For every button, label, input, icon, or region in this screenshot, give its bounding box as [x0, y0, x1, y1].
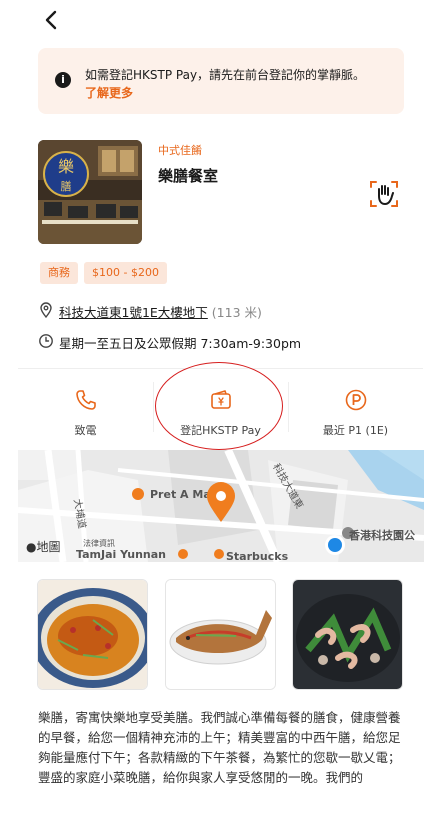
parking-icon — [345, 389, 366, 411]
address-distance: (113 米) — [211, 305, 262, 320]
dish-photo[interactable] — [292, 579, 403, 690]
restaurant-name: 樂膳餐室 — [158, 167, 219, 185]
palm-scan-icon — [370, 181, 398, 207]
map-view[interactable]: Pret A Ma TamJai Yunnan Starbucks 香港科技園公… — [18, 450, 424, 562]
current-location-icon — [325, 535, 345, 555]
tag-business: 商務 — [40, 262, 78, 284]
info-icon: i — [55, 72, 71, 88]
palm-scan-button[interactable] — [368, 178, 400, 210]
restaurant-category: 中式佳餚 — [158, 144, 202, 157]
notice-message: 如需登記HKSTP Pay，請先在前台登記你的掌靜脈。 — [85, 68, 366, 82]
svg-text:膳: 膳 — [61, 179, 72, 193]
parking-label: 最近 P1 (1E) — [322, 424, 389, 437]
map-poi[interactable]: Starbucks — [226, 550, 288, 562]
dish-photo[interactable] — [165, 579, 276, 690]
svg-text:樂: 樂 — [58, 157, 74, 176]
phone-icon — [75, 390, 96, 410]
restaurant-description: 樂膳，寄寓快樂地享受美膳。我們誠心準備每餐的膳食，健康營養的早餐，給您一個精神充… — [38, 710, 401, 785]
location-pin-icon — [40, 302, 52, 318]
map-poi[interactable]: 香港科技園公 — [349, 527, 415, 543]
map-attribution: ●地圖 — [26, 540, 61, 554]
dish-photo[interactable] — [37, 579, 148, 690]
map-poi[interactable]: TamJai Yunnan — [76, 548, 166, 561]
annotation-circle — [155, 362, 283, 450]
tag-price: $100 - $200 — [84, 262, 167, 284]
parking-button[interactable]: 最近 P1 (1E) — [288, 382, 423, 442]
clock-icon — [39, 334, 53, 348]
chevron-left-icon — [45, 10, 57, 30]
back-button[interactable] — [40, 8, 64, 32]
learn-more-link[interactable]: 了解更多 — [85, 84, 133, 101]
apple-logo-icon: ● — [26, 540, 37, 554]
opening-hours: 星期一至五日及公眾假期 7:30am-9:30pm — [59, 336, 302, 351]
map-pin-icon — [207, 482, 235, 522]
map-poi[interactable]: Pret A Ma — [150, 488, 211, 501]
restaurant-thumbnail: 樂 膳 — [38, 140, 142, 244]
map-legal-label[interactable]: 法律資訊 — [83, 538, 115, 549]
palm-registration-notice: i 如需登記HKSTP Pay，請先在前台登記你的掌靜脈。 了解更多 — [38, 48, 404, 114]
address-link[interactable]: 科技大道東1號1E大樓地下 — [59, 305, 208, 320]
call-button[interactable]: 致電 — [18, 382, 153, 442]
call-label: 致電 — [74, 424, 97, 437]
